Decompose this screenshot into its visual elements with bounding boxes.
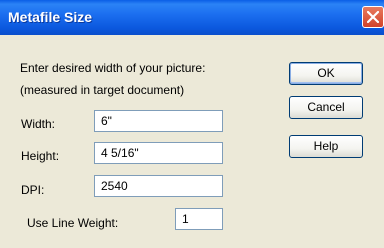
- dpi-label: DPI:: [21, 183, 45, 197]
- line-weight-field[interactable]: 1: [175, 208, 223, 230]
- prompt-line-1: Enter desired width of your picture:: [20, 61, 206, 75]
- width-label: Width:: [21, 117, 56, 131]
- close-button[interactable]: [362, 6, 384, 28]
- cancel-button[interactable]: Cancel: [289, 96, 363, 119]
- prompt-line-2: (measured in target document): [20, 83, 185, 97]
- height-field[interactable]: 4 5/16": [94, 142, 223, 164]
- help-button[interactable]: Help: [289, 135, 363, 158]
- close-icon: [367, 11, 379, 23]
- ok-button[interactable]: OK: [289, 62, 363, 85]
- dialog-body: Enter desired width of your picture: (me…: [0, 35, 384, 248]
- title-bar[interactable]: Metafile Size: [0, 0, 384, 35]
- dpi-field[interactable]: 2540: [94, 175, 223, 197]
- width-field[interactable]: 6": [94, 110, 223, 132]
- height-label: Height:: [21, 149, 60, 163]
- line-weight-label: Use Line Weight:: [27, 216, 119, 230]
- window-title: Metafile Size: [8, 9, 93, 25]
